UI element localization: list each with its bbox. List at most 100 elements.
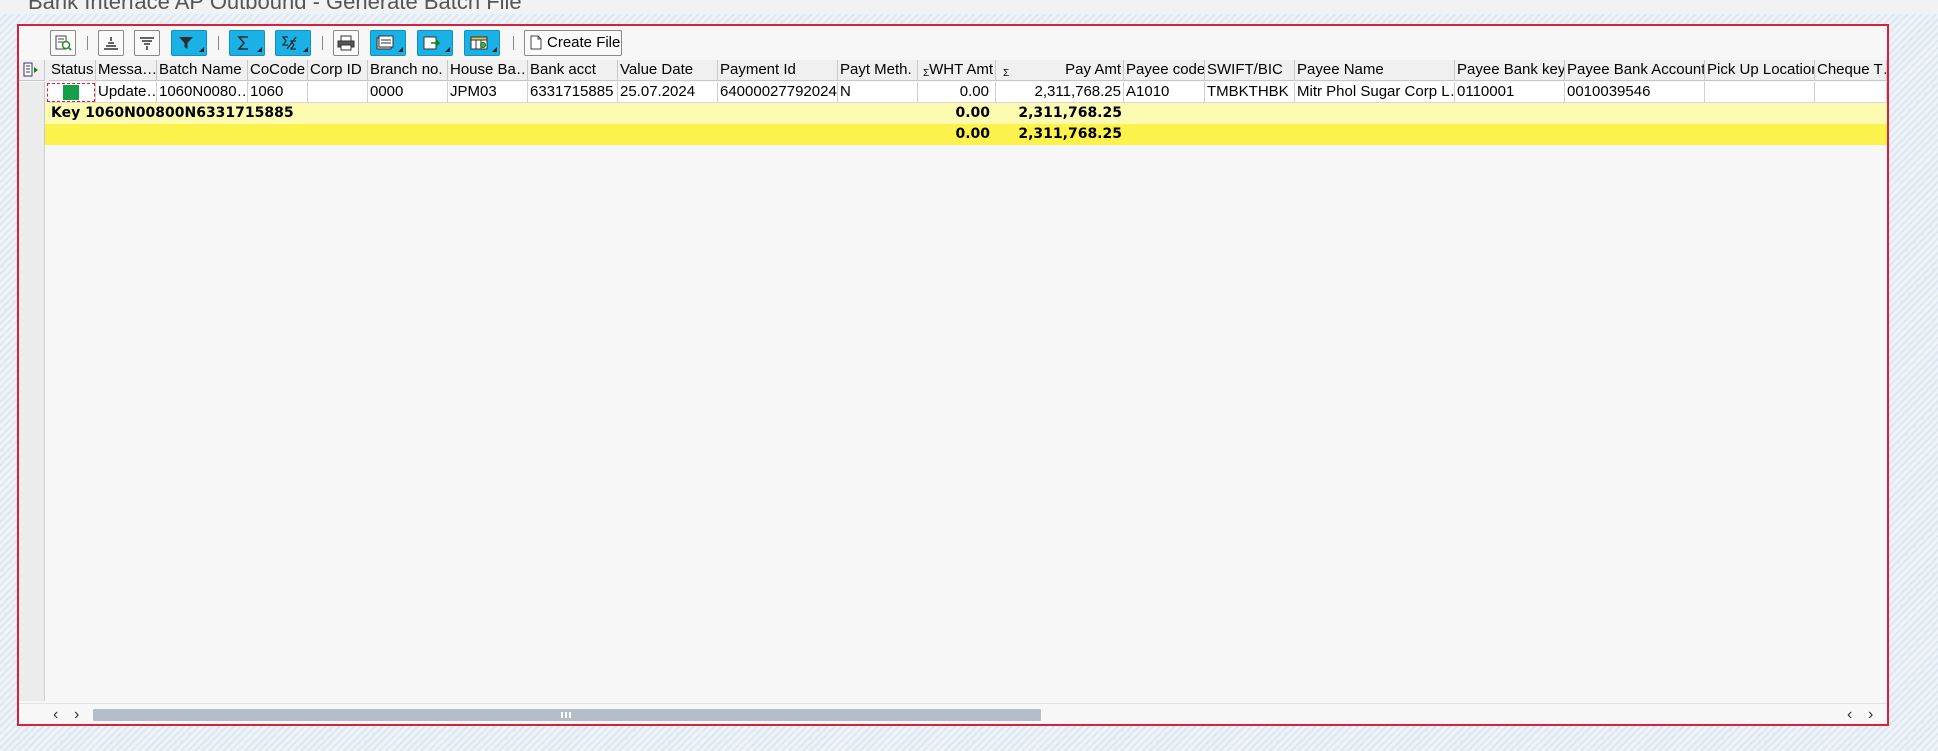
subtotal-wht-amt: 0.00 [955, 105, 990, 121]
wht-amt-cell[interactable]: 0.00 [918, 82, 996, 103]
views-icon [376, 35, 394, 50]
sum-dropdown-icon [257, 47, 262, 52]
message-cell[interactable]: Update… [96, 82, 157, 103]
row-selector[interactable] [19, 103, 45, 124]
details-button[interactable] [50, 30, 76, 56]
house-bank-cell[interactable]: JPM03 [448, 82, 528, 103]
column-header-pay-amt[interactable]: Σ Pay Amt [996, 60, 1124, 81]
sort-ascending-icon [104, 37, 118, 50]
scroll-left-far-icon[interactable]: ‹ [53, 706, 58, 724]
subtotal-pay-amt: 2,311,768.25 [1018, 105, 1122, 121]
filter-dropdown-icon [199, 47, 204, 52]
layout-icon [470, 36, 488, 50]
sum-marker-icon: Σ [1003, 68, 1010, 79]
scrollbar-grip-icon [561, 712, 571, 718]
scroll-right-near-icon[interactable]: › [74, 706, 79, 724]
sum-marker-icon: Σ [923, 68, 930, 79]
table-row[interactable]: Update… 1060N0080… 1060 0000 JPM03 63317… [19, 82, 1887, 103]
column-header-corp-id[interactable]: Corp ID [308, 60, 368, 81]
status-green-light-icon [63, 85, 79, 100]
filter-icon [179, 37, 194, 49]
row-selector[interactable] [19, 82, 45, 103]
window-title-bar: Bank Interface AP Outbound - Generate Ba… [0, 0, 1938, 14]
toolbar-separator [322, 36, 323, 50]
column-header-cocode[interactable]: CoCode [248, 60, 308, 81]
sort-ascending-button[interactable] [98, 30, 124, 56]
value-date-cell[interactable]: 25.07.2024 [618, 82, 718, 103]
cocode-cell[interactable]: 1060 [248, 82, 308, 103]
scrollbar-thumb[interactable] [93, 709, 1041, 721]
column-layout-icon [23, 62, 38, 77]
document-icon [530, 35, 542, 50]
payee-bank-account-cell[interactable]: 0010039546 [1565, 82, 1705, 103]
sum-button[interactable] [229, 30, 265, 56]
row-selector[interactable] [19, 124, 45, 145]
select-all-layout-button[interactable] [19, 60, 45, 81]
toolbar-separator [218, 36, 219, 50]
column-header-payee-name[interactable]: Payee Name [1295, 60, 1455, 81]
create-file-button[interactable]: Create File [524, 30, 622, 56]
toolbar-separator [513, 36, 514, 50]
payee-code-cell[interactable]: A1010 [1124, 82, 1205, 103]
total-pay-amt: 2,311,768.25 [1018, 126, 1122, 142]
cheque-cell[interactable] [1815, 82, 1887, 103]
column-header-house-bank[interactable]: House Ba… [448, 60, 528, 81]
column-header-bank-acct[interactable]: Bank acct [528, 60, 618, 81]
column-header-payee-bank-key[interactable]: Payee Bank key [1455, 60, 1565, 81]
column-header-wht-amt[interactable]: Σ WHT Amt [918, 60, 996, 81]
column-header-swift-bic[interactable]: SWIFT/BIC [1205, 60, 1295, 81]
export-icon [423, 36, 441, 50]
subtotal-icon [281, 36, 297, 50]
payee-bank-key-cell[interactable]: 0110001 [1455, 82, 1565, 103]
swift-bic-cell[interactable]: TMBKTHBK [1205, 82, 1295, 103]
alv-toolbar: Create File [19, 26, 1887, 60]
column-header-payee-bank-account[interactable]: Payee Bank Account [1565, 60, 1705, 81]
row-selector-column [19, 145, 45, 701]
views-dropdown-icon [398, 47, 403, 52]
total-wht-amt: 0.00 [955, 126, 990, 142]
column-header-payment-id[interactable]: Payment Id [718, 60, 838, 81]
column-header-value-date[interactable]: Value Date [618, 60, 718, 81]
payment-id-cell[interactable]: 64000027792024 [718, 82, 838, 103]
branch-no-cell[interactable]: 0000 [368, 82, 448, 103]
layout-dropdown-icon [492, 47, 497, 52]
sort-descending-button[interactable] [134, 30, 160, 56]
toolbar-separator [87, 36, 88, 50]
table-header-row: Status Messa… Batch Name CoCode Corp ID … [19, 60, 1887, 81]
column-header-pickup-location[interactable]: Pick Up Location [1705, 60, 1815, 81]
details-icon [55, 35, 72, 51]
subtotal-key-label: Key 1060N00800N6331715885 [51, 105, 294, 121]
scroll-right-icon[interactable]: › [1868, 706, 1873, 724]
total-row[interactable]: 0.00 2,311,768.25 [19, 124, 1887, 145]
pickup-location-cell[interactable] [1705, 82, 1815, 103]
sum-icon [237, 36, 249, 50]
scroll-left-icon[interactable]: ‹ [1847, 706, 1852, 724]
payt-meth-cell[interactable]: N [838, 82, 918, 103]
corp-id-cell[interactable] [308, 82, 368, 103]
column-header-payt-meth[interactable]: Payt Meth. [838, 60, 918, 81]
create-file-label: Create File [547, 34, 621, 51]
horizontal-scrollbar[interactable]: ‹ › ‹ › [19, 703, 1887, 724]
batch-name-cell[interactable]: 1060N0080… [157, 82, 248, 103]
bank-acct-cell[interactable]: 6331715885 [528, 82, 618, 103]
export-button[interactable] [417, 30, 453, 56]
filter-button[interactable] [171, 30, 207, 56]
column-header-cheque[interactable]: Cheque T… [1815, 60, 1887, 81]
alv-grid-frame: Create File Status Messa… Batch Name CoC… [17, 24, 1889, 726]
window-title: Bank Interface AP Outbound - Generate Ba… [28, 0, 522, 14]
print-icon [337, 35, 355, 51]
column-header-message[interactable]: Messa… [96, 60, 157, 81]
sort-descending-icon [140, 37, 154, 50]
layout-button[interactable] [464, 30, 500, 56]
column-header-branch-no[interactable]: Branch no. [368, 60, 448, 81]
column-header-payee-code[interactable]: Payee code [1124, 60, 1205, 81]
column-header-batch-name[interactable]: Batch Name [157, 60, 248, 81]
pay-amt-cell[interactable]: 2,311,768.25 [996, 82, 1124, 103]
subtotal-row[interactable]: Key 1060N00800N6331715885 0.00 2,311,768… [19, 103, 1887, 124]
subtotal-dropdown-icon [303, 47, 308, 52]
payee-name-cell[interactable]: Mitr Phol Sugar Corp L… [1295, 82, 1455, 103]
views-button[interactable] [370, 30, 406, 56]
subtotal-button[interactable] [275, 30, 311, 56]
column-header-status[interactable]: Status [49, 60, 96, 81]
print-button[interactable] [333, 30, 359, 56]
